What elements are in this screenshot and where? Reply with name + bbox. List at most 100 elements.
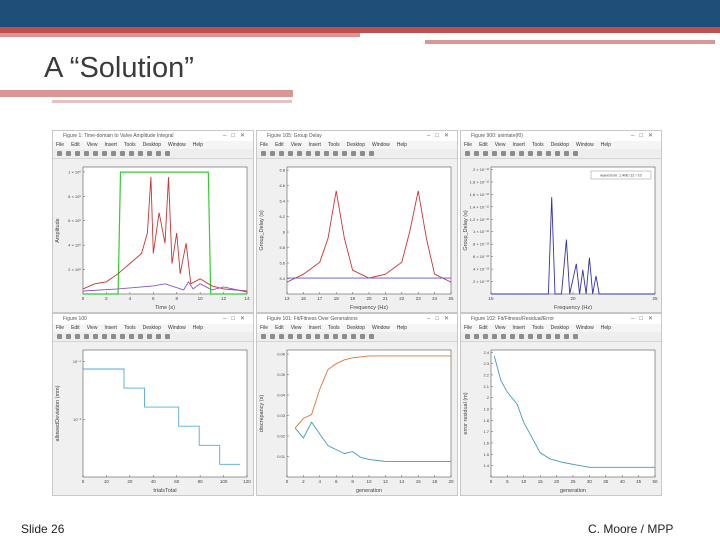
menu-item-help[interactable]: Help bbox=[601, 325, 611, 331]
maximize-icon[interactable]: □ bbox=[231, 133, 240, 139]
menu-item-tools[interactable]: Tools bbox=[328, 325, 340, 331]
maximize-icon[interactable]: □ bbox=[435, 133, 444, 139]
menu-item-view[interactable]: View bbox=[291, 142, 302, 148]
menu-item-insert[interactable]: Insert bbox=[104, 142, 117, 148]
maximize-icon[interactable]: □ bbox=[639, 316, 648, 322]
new-icon[interactable] bbox=[261, 334, 266, 339]
menu-item-window[interactable]: Window bbox=[168, 325, 186, 331]
rotate-icon[interactable] bbox=[333, 151, 338, 156]
new-icon[interactable] bbox=[465, 151, 470, 156]
menu-item-window[interactable]: Window bbox=[372, 325, 390, 331]
brush-icon[interactable] bbox=[147, 334, 152, 339]
datatip-icon[interactable] bbox=[546, 334, 551, 339]
menu-item-tools[interactable]: Tools bbox=[124, 142, 136, 148]
menu-item-tools[interactable]: Tools bbox=[532, 325, 544, 331]
zoom-out-icon[interactable] bbox=[111, 334, 116, 339]
menu-item-file[interactable]: File bbox=[464, 325, 472, 331]
menu-item-file[interactable]: File bbox=[260, 142, 268, 148]
colorbar-icon[interactable] bbox=[573, 334, 578, 339]
pan-icon[interactable] bbox=[324, 151, 329, 156]
datatip-icon[interactable] bbox=[546, 151, 551, 156]
legend-icon[interactable] bbox=[564, 151, 569, 156]
figure-window-3[interactable]: Figure 900: animate(f0) –□✕ File Edit View In… bbox=[460, 130, 662, 313]
colorbar-icon[interactable] bbox=[369, 334, 374, 339]
figure-title-bar[interactable]: Figure 100 –□✕ bbox=[53, 314, 253, 324]
menu-item-file[interactable]: File bbox=[56, 325, 64, 331]
plot-canvas[interactable]: 0 10 20 40 60 80 100 120 10⁻³ 10⁻⁴ trialsTotal allo… bbox=[53, 342, 253, 495]
zoom-in-icon[interactable] bbox=[510, 151, 515, 156]
print-icon[interactable] bbox=[288, 334, 293, 339]
menu-item-tools[interactable]: Tools bbox=[328, 142, 340, 148]
menu-item-window[interactable]: Window bbox=[372, 142, 390, 148]
zoom-in-icon[interactable] bbox=[102, 334, 107, 339]
menu-item-edit[interactable]: Edit bbox=[71, 325, 80, 331]
menu-item-view[interactable]: View bbox=[495, 142, 506, 148]
maximize-icon[interactable]: □ bbox=[639, 133, 648, 139]
open-icon[interactable] bbox=[474, 151, 479, 156]
close-icon[interactable]: ✕ bbox=[240, 133, 250, 139]
figure-window-6[interactable]: Figure 102: Fit/Fitness/Residual/Error –□… bbox=[460, 313, 662, 496]
save-icon[interactable] bbox=[75, 334, 80, 339]
pointer-icon[interactable] bbox=[93, 334, 98, 339]
menu-item-desktop[interactable]: Desktop bbox=[551, 325, 569, 331]
brush-icon[interactable] bbox=[555, 334, 560, 339]
legend-icon[interactable] bbox=[156, 334, 161, 339]
open-icon[interactable] bbox=[270, 334, 275, 339]
window-controls[interactable]: –□✕ bbox=[223, 314, 250, 324]
close-icon[interactable]: ✕ bbox=[648, 316, 658, 322]
menu-item-desktop[interactable]: Desktop bbox=[143, 325, 161, 331]
zoom-in-icon[interactable] bbox=[306, 334, 311, 339]
window-controls[interactable]: –□✕ bbox=[631, 131, 658, 141]
legend-icon[interactable] bbox=[360, 151, 365, 156]
print-icon[interactable] bbox=[492, 334, 497, 339]
figure-title-bar[interactable]: Figure 900: animate(f0) –□✕ bbox=[461, 131, 661, 141]
menu-item-help[interactable]: Help bbox=[397, 325, 407, 331]
zoom-in-icon[interactable] bbox=[510, 334, 515, 339]
zoom-in-icon[interactable] bbox=[306, 151, 311, 156]
close-icon[interactable]: ✕ bbox=[444, 316, 454, 322]
menu-item-insert[interactable]: Insert bbox=[308, 325, 321, 331]
pointer-icon[interactable] bbox=[501, 151, 506, 156]
menu-item-edit[interactable]: Edit bbox=[71, 142, 80, 148]
open-icon[interactable] bbox=[474, 334, 479, 339]
figure-title-bar[interactable]: Figure 102: Fit/Fitness/Residual/Error –□… bbox=[461, 314, 661, 324]
pan-icon[interactable] bbox=[528, 334, 533, 339]
pan-icon[interactable] bbox=[120, 334, 125, 339]
open-icon[interactable] bbox=[270, 151, 275, 156]
window-controls[interactable]: –□✕ bbox=[427, 131, 454, 141]
close-icon[interactable]: ✕ bbox=[240, 316, 250, 322]
colorbar-icon[interactable] bbox=[165, 151, 170, 156]
plot-canvas[interactable]: 0 2 4 6 8 10 12 14 2 × 10⁵ 4 × 10⁵ 6 × 10⁵ 8 × 10⁵ 1… bbox=[53, 159, 253, 312]
pan-icon[interactable] bbox=[528, 151, 533, 156]
menu-item-file[interactable]: File bbox=[464, 142, 472, 148]
menu-item-help[interactable]: Help bbox=[193, 142, 203, 148]
print-icon[interactable] bbox=[492, 151, 497, 156]
menu-item-desktop[interactable]: Desktop bbox=[551, 142, 569, 148]
pointer-icon[interactable] bbox=[297, 151, 302, 156]
rotate-icon[interactable] bbox=[333, 334, 338, 339]
pointer-icon[interactable] bbox=[93, 151, 98, 156]
plot-canvas[interactable]: 13 16 17 18 19 20 21 22 23 24 25 5.4 5.6 5.8 6 6.2 6.4 6.… bbox=[257, 159, 457, 312]
zoom-out-icon[interactable] bbox=[111, 151, 116, 156]
menu-item-desktop[interactable]: Desktop bbox=[347, 142, 365, 148]
menu-item-insert[interactable]: Insert bbox=[104, 325, 117, 331]
menu-item-view[interactable]: View bbox=[87, 142, 98, 148]
menu-item-tools[interactable]: Tools bbox=[124, 325, 136, 331]
datatip-icon[interactable] bbox=[342, 334, 347, 339]
save-icon[interactable] bbox=[483, 334, 488, 339]
figure-title-bar[interactable]: Figure 101: Fit/Fitness Over Generations… bbox=[257, 314, 457, 324]
menu-item-desktop[interactable]: Desktop bbox=[347, 325, 365, 331]
open-icon[interactable] bbox=[66, 151, 71, 156]
print-icon[interactable] bbox=[288, 151, 293, 156]
datatip-icon[interactable] bbox=[138, 334, 143, 339]
zoom-in-icon[interactable] bbox=[102, 151, 107, 156]
plot-canvas[interactable]: 15 20 25 2 × 10⁻¹³ 4 × 10⁻¹³ 6 × 10⁻¹³ 8 × 10⁻… bbox=[461, 159, 661, 312]
menu-item-insert[interactable]: Insert bbox=[512, 142, 525, 148]
menu-item-window[interactable]: Window bbox=[576, 325, 594, 331]
maximize-icon[interactable]: □ bbox=[231, 316, 240, 322]
window-controls[interactable]: –□✕ bbox=[223, 131, 250, 141]
new-icon[interactable] bbox=[465, 334, 470, 339]
datatip-icon[interactable] bbox=[138, 151, 143, 156]
new-icon[interactable] bbox=[57, 334, 62, 339]
menu-item-insert[interactable]: Insert bbox=[512, 325, 525, 331]
